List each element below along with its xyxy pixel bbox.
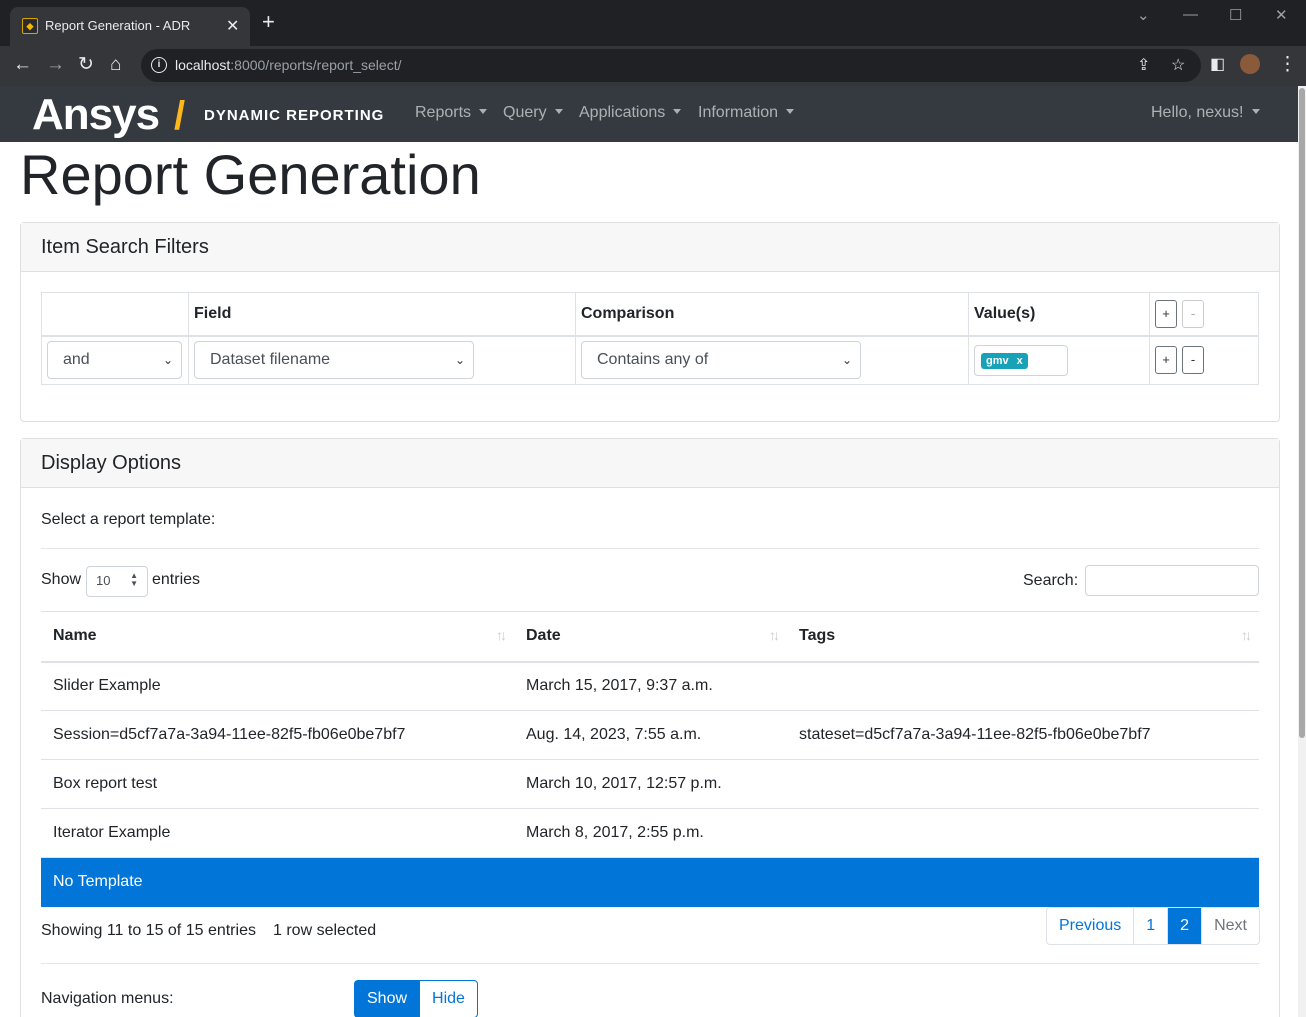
values-input[interactable]: gmv x xyxy=(974,344,1068,376)
table-row[interactable]: Session=d5cf7a7a-3a94-11ee-82f5-fb06e0be… xyxy=(41,710,1259,760)
search-filters-card: Item Search Filters Field Comparison Val… xyxy=(20,222,1280,422)
app-navbar: Ansys / DYNAMIC REPORTING Reports Query … xyxy=(0,86,1298,142)
nav-reports[interactable]: Reports xyxy=(415,104,488,122)
browser-menu-icon[interactable]: ⋮ xyxy=(1278,54,1297,76)
browser-tab-bar: ◆ Report Generation - ADR ✕ + ⌄ — ☐ ✕ xyxy=(0,0,1306,46)
entries-label: entries xyxy=(152,571,201,588)
window-close-icon[interactable]: ✕ xyxy=(1275,6,1288,24)
table-row[interactable]: Box report test March 10, 2017, 12:57 p.… xyxy=(41,759,1259,809)
side-panel-icon[interactable]: ◧ xyxy=(1210,54,1225,76)
table-row[interactable]: Slider Example March 15, 2017, 9:37 a.m. xyxy=(41,661,1259,711)
search-filters-header: Item Search Filters xyxy=(21,223,1279,272)
add-filter-button[interactable]: + xyxy=(1155,299,1177,328)
column-name[interactable]: Name ↑↓ xyxy=(41,611,514,663)
pagination-page-1[interactable]: 1 xyxy=(1133,908,1167,944)
logo-slash: / xyxy=(174,94,186,138)
site-info-icon[interactable]: i xyxy=(151,57,167,73)
show-nav-button[interactable]: Show xyxy=(354,980,421,1017)
nav-menus-toggle: Show Hide xyxy=(354,980,478,1017)
hide-nav-button[interactable]: Hide xyxy=(420,980,478,1017)
sort-arrows-icon: ▲ ▼ xyxy=(130,571,138,588)
tab-search-icon[interactable]: ⌄ xyxy=(1137,6,1150,24)
filters-col-logic xyxy=(41,292,189,337)
page-length-select[interactable]: 10 ▲ ▼ xyxy=(86,566,148,597)
filter-row: and ⌄ Dataset filename ⌄ Contains any of ⌄ … xyxy=(41,335,1259,385)
field-select[interactable]: Dataset filename ⌄ xyxy=(194,341,474,380)
remove-row-button[interactable]: - xyxy=(1182,346,1204,375)
show-label: Show xyxy=(41,571,82,588)
column-date[interactable]: Date ↑↓ xyxy=(514,611,787,663)
comparison-select[interactable]: Contains any of ⌄ xyxy=(581,341,861,380)
logo-subtitle: DYNAMIC REPORTING xyxy=(204,107,385,124)
display-options-card: Display Options Select a report template… xyxy=(20,438,1280,1017)
ansys-logo[interactable]: Ansys xyxy=(32,90,160,140)
home-icon[interactable]: ⌂ xyxy=(110,54,121,76)
tag-remove-icon[interactable]: x xyxy=(1017,355,1023,367)
chevron-down-icon: ⌄ xyxy=(162,353,173,368)
table-info: Showing 11 to 15 of 15 entries xyxy=(41,922,256,939)
value-tag: gmv x xyxy=(981,352,1028,369)
tab-close-icon[interactable]: ✕ xyxy=(226,16,239,36)
maximize-icon[interactable]: ☐ xyxy=(1229,6,1242,24)
table-row-selected[interactable]: No Template xyxy=(41,857,1259,907)
filters-col-comparison: Comparison xyxy=(575,292,969,337)
url-text[interactable]: localhost:8000/reports/report_select/ xyxy=(175,57,401,73)
remove-filter-button[interactable]: - xyxy=(1182,299,1204,328)
nav-query[interactable]: Query xyxy=(503,104,563,122)
scrollbar-thumb[interactable] xyxy=(1299,88,1305,738)
tab-title: Report Generation - ADR xyxy=(45,18,191,33)
divider xyxy=(41,963,1259,964)
select-template-label: Select a report template: xyxy=(41,511,216,528)
chevron-down-icon: ⌄ xyxy=(454,353,465,368)
nav-information[interactable]: Information xyxy=(698,104,795,122)
search-input[interactable] xyxy=(1085,565,1259,596)
back-icon[interactable]: ← xyxy=(13,54,32,76)
sort-icon: ↑↓ xyxy=(1241,627,1252,643)
logic-select[interactable]: and ⌄ xyxy=(47,341,182,380)
pagination-next[interactable]: Next xyxy=(1201,908,1259,944)
table-row[interactable]: Iterator Example March 8, 2017, 2:55 p.m… xyxy=(41,808,1259,858)
browser-tab[interactable]: ◆ Report Generation - ADR ✕ xyxy=(10,7,250,46)
templates-table: Name ↑↓ Date ↑↓ Tags ↑↓ Slider Example Marc… xyxy=(41,611,1259,907)
reload-icon[interactable]: ↻ xyxy=(78,54,94,76)
user-menu[interactable]: Hello, nexus! xyxy=(1151,104,1260,122)
pagination-page-2[interactable]: 2 xyxy=(1167,908,1202,944)
filters-table: Field Comparison Value(s) + - and ⌄ Datase… xyxy=(41,292,1259,385)
column-tags[interactable]: Tags ↑↓ xyxy=(787,611,1259,663)
pagination-previous[interactable]: Previous xyxy=(1047,908,1133,944)
nav-applications[interactable]: Applications xyxy=(579,104,682,122)
share-icon[interactable]: ⇪ xyxy=(1137,55,1150,75)
forward-icon[interactable]: → xyxy=(46,54,65,76)
page-title: Report Generation xyxy=(20,143,481,206)
add-row-button[interactable]: + xyxy=(1155,346,1177,375)
nav-menus-label: Navigation menus: xyxy=(41,990,174,1007)
divider xyxy=(41,548,1259,549)
adr-favicon-icon: ◆ xyxy=(22,18,38,34)
sort-icon: ↑↓ xyxy=(496,627,507,643)
new-tab-icon[interactable]: + xyxy=(262,11,275,33)
browser-toolbar: ← → ↻ ⌂ i localhost:8000/reports/report_… xyxy=(0,46,1306,86)
profile-avatar[interactable] xyxy=(1240,54,1260,74)
address-bar[interactable]: i localhost:8000/reports/report_select/ … xyxy=(141,49,1201,82)
search-label: Search: xyxy=(1023,572,1079,589)
filters-col-field: Field xyxy=(188,292,576,337)
display-options-header: Display Options xyxy=(21,439,1279,488)
minimize-icon[interactable]: — xyxy=(1183,6,1198,23)
sort-icon: ↑↓ xyxy=(769,627,780,643)
pagination: Previous 1 2 Next xyxy=(1046,907,1260,945)
filters-col-values: Value(s) xyxy=(968,292,1150,337)
selected-info: 1 row selected xyxy=(273,922,377,939)
bookmark-star-icon[interactable]: ☆ xyxy=(1171,55,1185,75)
chevron-down-icon: ⌄ xyxy=(841,353,852,368)
